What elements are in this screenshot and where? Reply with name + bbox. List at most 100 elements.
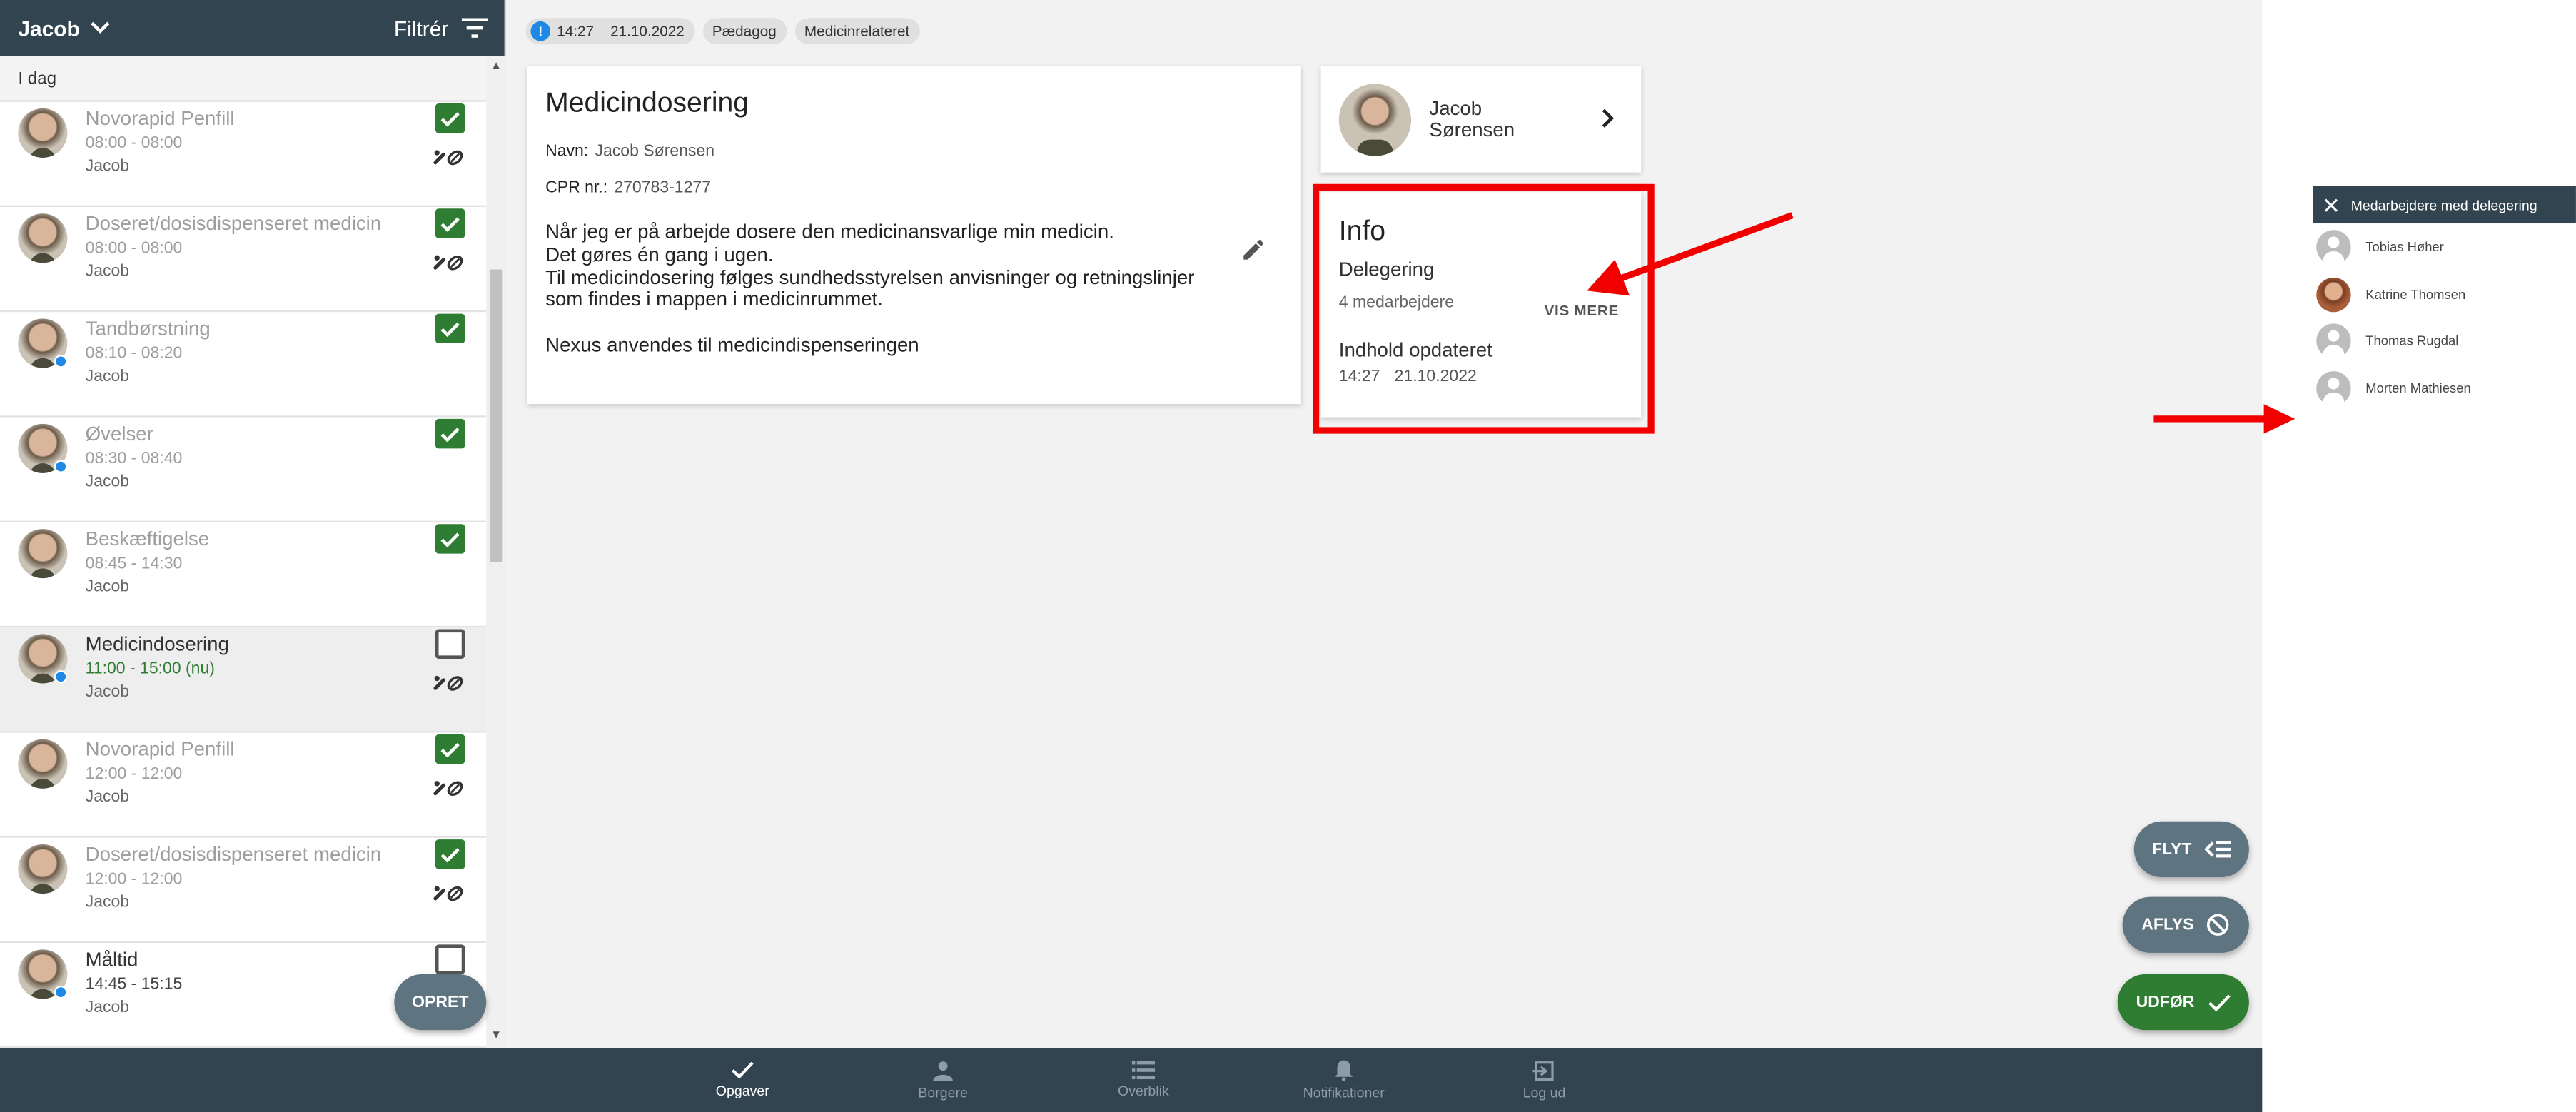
tag-time: 14:27 [557, 23, 595, 40]
task-item-time: 08:00 - 08:00 [85, 240, 183, 258]
task-item[interactable]: Doseret/dosisdispenseret medicin 12:00 - … [0, 837, 487, 944]
task-item-time: 08:45 - 14:30 [85, 555, 183, 574]
task-item-person: Jacob [85, 578, 130, 597]
cancel-task-button[interactable]: AFLYS [2122, 896, 2249, 953]
task-item[interactable]: Tandbørstning 08:10 - 08:20 Jacob [0, 312, 487, 418]
scroll-down-icon[interactable]: ▼ [490, 1028, 502, 1045]
nav-tasks[interactable]: Opgaver [677, 1048, 808, 1112]
description-line: som findes i mappen i medicinrummet. [545, 288, 883, 311]
app-window: Jacob Filtrér I dag Novorapid Penfill 08:… [0, 0, 2263, 1112]
nav-overview[interactable]: Overblik [1078, 1048, 1209, 1112]
task-title: Medicindosering [545, 86, 749, 118]
checkbox-checked[interactable] [435, 524, 465, 554]
status-dot-icon [54, 460, 68, 473]
checkbox-checked[interactable] [435, 839, 465, 869]
task-item-title: Tandbørstning [85, 317, 211, 340]
task-item[interactable]: Novorapid Penfill 12:00 - 12:00 Jacob [0, 732, 487, 838]
name-field: Navn: Jacob Sørensen [545, 143, 714, 161]
scrollbar[interactable]: ▲ ▼ [486, 56, 506, 1048]
citizen-card[interactable]: Jacob Sørensen [1320, 66, 1642, 173]
employee-name: Morten Mathiesen [2365, 380, 2471, 396]
checkbox-checked[interactable] [435, 734, 465, 764]
task-item[interactable]: Beskæftigelse 08:45 - 14:30 Jacob [0, 522, 487, 628]
checkbox-checked[interactable] [435, 313, 465, 344]
checkbox-checked[interactable] [435, 418, 465, 449]
move-button[interactable]: FLYT [2133, 821, 2249, 878]
create-button[interactable]: OPRET [394, 974, 487, 1031]
nav-citizens-label: Borgere [918, 1083, 968, 1100]
task-item-title: Novorapid Penfill [85, 737, 235, 761]
tag-medicinrelateret: Medicinrelateret [794, 18, 920, 45]
check-icon [440, 216, 460, 231]
avatar-placeholder-icon [2316, 323, 2351, 359]
pill-icon [433, 781, 463, 796]
scroll-thumb[interactable] [489, 269, 503, 562]
task-item-time: 14:45 - 15:15 [85, 976, 183, 994]
task-item-person: Jacob [85, 683, 130, 702]
task-item-time: 11:00 - 15:00 (nu) [85, 660, 215, 679]
task-item-time: 12:00 - 12:00 [85, 870, 183, 889]
task-item[interactable]: Doseret/dosisdispenseret medicin 08:00 - … [0, 207, 487, 313]
filter-button[interactable]: Filtrér [394, 16, 488, 40]
employee-row[interactable]: Katrine Thomsen [2313, 271, 2576, 318]
check-icon [440, 742, 460, 757]
employee-row[interactable]: Morten Mathiesen [2313, 365, 2576, 412]
task-item[interactable]: Medicindosering 11:00 - 15:00 (nu) Jacob [0, 627, 487, 733]
user-dropdown[interactable]: Jacob [18, 15, 109, 41]
task-item-time: 08:30 - 08:40 [85, 450, 183, 468]
citizen-last-name: Sørensen [1429, 118, 1515, 141]
task-item-title: Øvelser [85, 422, 153, 445]
status-dot-icon [54, 355, 68, 368]
status-dot-icon [54, 670, 68, 684]
status-dot-icon [54, 985, 68, 999]
nav-notifications-label: Notifikationer [1303, 1084, 1385, 1101]
task-list: Novorapid Penfill 08:00 - 08:00 Jacob Doser… [0, 101, 487, 1048]
nav-citizens[interactable]: Borgere [877, 1048, 1009, 1112]
avatar [18, 213, 68, 263]
task-detail-card: Medicindosering Navn: Jacob Sørensen CPR … [527, 66, 1301, 405]
checkbox-unchecked[interactable] [435, 944, 465, 974]
avatar [18, 739, 68, 789]
citizen-first-name: Jacob [1429, 96, 1483, 121]
time-tag: ! 14:27 21.10.2022 [525, 18, 694, 45]
cancel-label: AFLYS [2141, 916, 2194, 934]
task-tags: ! 14:27 21.10.2022 Pædagog Medicinrelate… [525, 18, 920, 45]
delegation-panel-title: Medarbejdere med delegering [2350, 196, 2537, 213]
description-line: Nexus anvendes til medicindispenseringen [545, 333, 919, 357]
task-list-header: Jacob Filtrér [0, 0, 505, 56]
edit-icon[interactable] [1241, 236, 1267, 263]
nav-notifications[interactable]: Notifikationer [1278, 1048, 1410, 1112]
task-item[interactable]: Novorapid Penfill 08:00 - 08:00 Jacob [0, 101, 487, 208]
task-item-time: 08:00 - 08:00 [85, 134, 183, 153]
nav-overview-label: Overblik [1118, 1082, 1169, 1099]
list-icon [1131, 1061, 1156, 1080]
section-label-today: I dag [0, 56, 505, 102]
employee-row[interactable]: Thomas Rugdal [2313, 318, 2576, 365]
name-label: Navn: [545, 143, 589, 161]
complete-label: UDFØR [2136, 993, 2195, 1011]
checkbox-unchecked[interactable] [435, 629, 465, 659]
checkbox-checked[interactable] [435, 208, 465, 238]
scroll-up-icon[interactable]: ▲ [490, 59, 502, 76]
tag-paedagog: Pædagog [702, 18, 787, 45]
move-list-icon [2204, 841, 2231, 858]
close-icon[interactable] [2324, 198, 2338, 211]
check-icon [440, 847, 460, 862]
task-item[interactable]: Øvelser 08:30 - 08:40 Jacob [0, 417, 487, 522]
task-item-person: Jacob [85, 368, 130, 386]
task-item-person: Jacob [85, 999, 130, 1017]
bottom-navigation: Opgaver Borgere Overblik Notifikationer … [0, 1048, 2263, 1112]
description-line: Når jeg er på arbejde dosere den medicin… [545, 220, 1114, 243]
chevron-right-icon [1602, 108, 1615, 128]
description-line: Til medicindosering følges sundhedsstyre… [545, 265, 1195, 289]
check-icon [2208, 994, 2231, 1011]
task-item-person: Jacob [85, 788, 130, 807]
filter-icon [461, 18, 488, 38]
nav-logout[interactable]: Log ud [1478, 1048, 1610, 1112]
user-name: Jacob [18, 15, 80, 41]
complete-button[interactable]: UDFØR [2117, 974, 2249, 1031]
task-item-title: Måltid [85, 948, 138, 971]
checkbox-checked[interactable] [435, 103, 465, 133]
employee-row[interactable]: Tobias Høher [2313, 223, 2576, 271]
nav-tasks-label: Opgaver [715, 1082, 769, 1099]
